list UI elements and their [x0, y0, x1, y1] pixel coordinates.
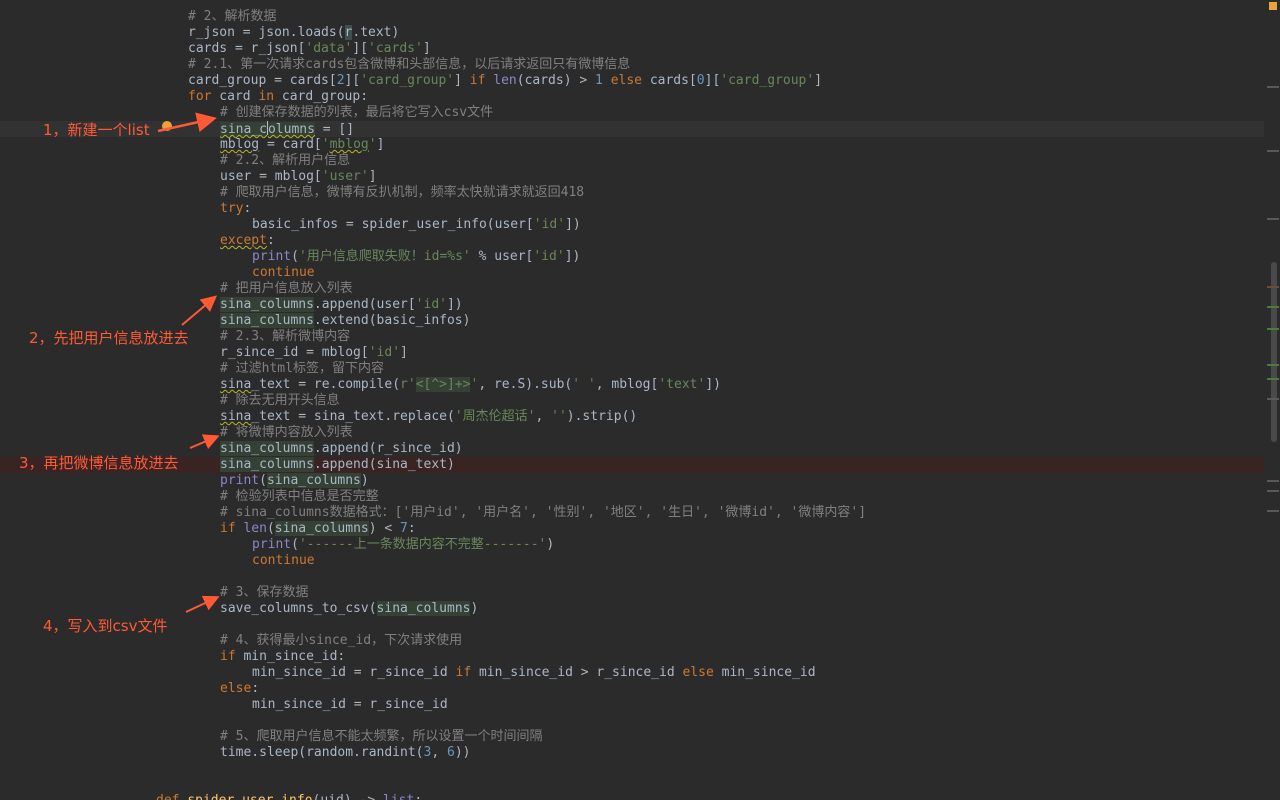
code-line: # 3、保存数据 — [0, 585, 1264, 601]
code-line: # 过滤html标签，留下内容 — [0, 361, 1264, 377]
code-line: time.sleep(random.randint(3, 6)) — [220, 745, 471, 760]
scroll-marker[interactable] — [1267, 328, 1279, 330]
code-line: save_columns_to_csv(sina_columns) — [220, 601, 479, 616]
scroll-marker[interactable] — [1267, 86, 1279, 88]
code-line: for card in card_group: — [188, 89, 369, 104]
comment: # 检验列表中信息是否完整 — [220, 489, 379, 504]
scroll-marker[interactable] — [1267, 378, 1279, 380]
code-line: # 2.3、解析微博内容 — [0, 329, 1264, 345]
annotation-new-list: 1，新建一个list — [43, 121, 150, 139]
code-line: print('用户信息爬取失败！id=%s' % user['id']) — [252, 249, 581, 264]
code-line: sina_columns.extend(basic_infos) — [220, 313, 471, 328]
scroll-marker[interactable] — [1267, 218, 1279, 220]
scrollbar[interactable] — [1266, 0, 1280, 800]
code-line: # 4、获得最小since_id，下次请求使用 — [0, 633, 1264, 649]
code-line: # 将微博内容放入列表 — [0, 425, 1264, 441]
annotation-write-csv: 4，写入到csv文件 — [43, 617, 168, 635]
comment: # sina_columns数据格式：['用户id', '用户名', '性别',… — [220, 505, 867, 520]
code-line: min_since_id = r_since_id — [252, 697, 448, 712]
code-line: def spider_user_info(uid) -> list: — [0, 793, 1264, 800]
lightbulb-icon[interactable] — [162, 121, 172, 131]
code-line: sina_text = sina_text.replace('周杰伦超话', '… — [220, 409, 638, 424]
comment: # 除去无用开头信息 — [220, 393, 340, 408]
comment: # 爬取用户信息，微博有反扒机制，频率太快就请求就返回418 — [220, 185, 585, 200]
code-line: else: — [220, 681, 260, 696]
code-line: user = mblog['user'] — [220, 169, 377, 184]
comment: # 2.2、解析用户信息 — [220, 153, 351, 168]
code-line: try: — [220, 201, 252, 216]
code-line: sina_columns.append(user['id']) — [220, 297, 463, 312]
scroll-marker[interactable] — [1267, 150, 1279, 152]
scroll-marker[interactable] — [1267, 364, 1279, 366]
code-editor[interactable]: # 2、解析数据 r_json = json.loads(r.text) car… — [0, 0, 1280, 800]
annotation-add-user-info: 2，先把用户信息放进去 — [29, 329, 189, 347]
comment: # 2.1、第一次请求cards包含微博和头部信息，以后请求返回只有微博信息 — [188, 57, 631, 72]
code-line: continue — [252, 553, 315, 568]
scrollbar-thumb[interactable] — [1271, 262, 1277, 442]
code-line: if min_since_id: — [220, 649, 346, 664]
code-line: except: — [220, 233, 275, 248]
code-line: cards = r_json['data']['cards'] — [188, 41, 431, 56]
code-line: # 2.2、解析用户信息 — [0, 153, 1264, 169]
code-line: r_json = json.loads(r.text) — [188, 25, 400, 40]
code-line: # 创建保存数据的列表，最后将它写入csv文件 — [0, 105, 1264, 121]
comment: # 把用户信息放入列表 — [220, 281, 353, 296]
scroll-marker[interactable] — [1267, 490, 1279, 492]
code-line-current: sina_columns = [] — [0, 121, 1264, 137]
code-line: if len(sina_columns) < 7: — [220, 521, 416, 536]
code-line: # 检验列表中信息是否完整 — [0, 489, 1264, 505]
comment: # 过滤html标签，留下内容 — [220, 361, 384, 376]
code-line: # 把用户信息放入列表 — [0, 281, 1264, 297]
code-area[interactable]: # 2、解析数据 r_json = json.loads(r.text) car… — [0, 9, 1264, 800]
string-literal: '用户信息爬取失败！id=%s' — [298, 249, 471, 264]
code-line: # 爬取用户信息，微博有反扒机制，频率太快就请求就返回418 — [0, 185, 1264, 201]
scroll-marker[interactable] — [1267, 286, 1279, 288]
string-literal: '------上一条数据内容不完整-------' — [298, 537, 547, 552]
code-line: card_group = cards[2]['card_group'] if l… — [188, 73, 823, 88]
code-line: sina_columns.append(r_since_id) — [220, 441, 463, 456]
comment: # 2.3、解析微博内容 — [220, 329, 351, 344]
code-line: # 除去无用开头信息 — [0, 393, 1264, 409]
code-line: print(sina_columns) — [220, 473, 369, 488]
scroll-marker[interactable] — [1267, 480, 1279, 482]
code-line: # 5、爬取用户信息不能太频繁，所以设置一个时间间隔 — [0, 729, 1264, 745]
code-line: min_since_id = r_since_id if min_since_i… — [252, 665, 816, 680]
code-line: # 2.1、第一次请求cards包含微博和头部信息，以后请求返回只有微博信息 — [0, 57, 1264, 73]
code-line: continue — [252, 265, 315, 280]
comment: # 4、获得最小since_id，下次请求使用 — [220, 633, 463, 648]
warning-indicator-icon[interactable] — [1269, 2, 1277, 10]
code-line: r_since_id = mblog['id'] — [220, 345, 408, 360]
code-line: # 2、解析数据 — [0, 9, 1264, 25]
code-line: basic_infos = spider_user_info(user['id'… — [252, 217, 581, 232]
code-line-highlighted: sina_columns.append(sina_text) — [0, 457, 1264, 473]
code-line: mblog = card['mblog'] — [220, 137, 385, 152]
code-line: sina_text = re.compile(r'<[^>]+>', re.S)… — [220, 377, 721, 392]
scroll-marker[interactable] — [1267, 306, 1279, 308]
annotation-add-weibo-info: 3，再把微博信息放进去 — [19, 454, 179, 472]
scroll-marker[interactable] — [1267, 510, 1279, 512]
scroll-marker[interactable] — [1267, 398, 1279, 400]
comment: # 将微博内容放入列表 — [220, 425, 353, 440]
string-literal: '周杰伦超话' — [454, 409, 536, 424]
comment: # 3、保存数据 — [220, 585, 309, 600]
code-line: print('------上一条数据内容不完整-------') — [252, 537, 555, 552]
comment: # 2、解析数据 — [188, 9, 277, 24]
code-line: # sina_columns数据格式：['用户id', '用户名', '性别',… — [0, 505, 1264, 521]
comment: # 创建保存数据的列表，最后将它写入csv文件 — [220, 105, 494, 120]
comment: # 5、爬取用户信息不能太频繁，所以设置一个时间间隔 — [220, 729, 543, 744]
